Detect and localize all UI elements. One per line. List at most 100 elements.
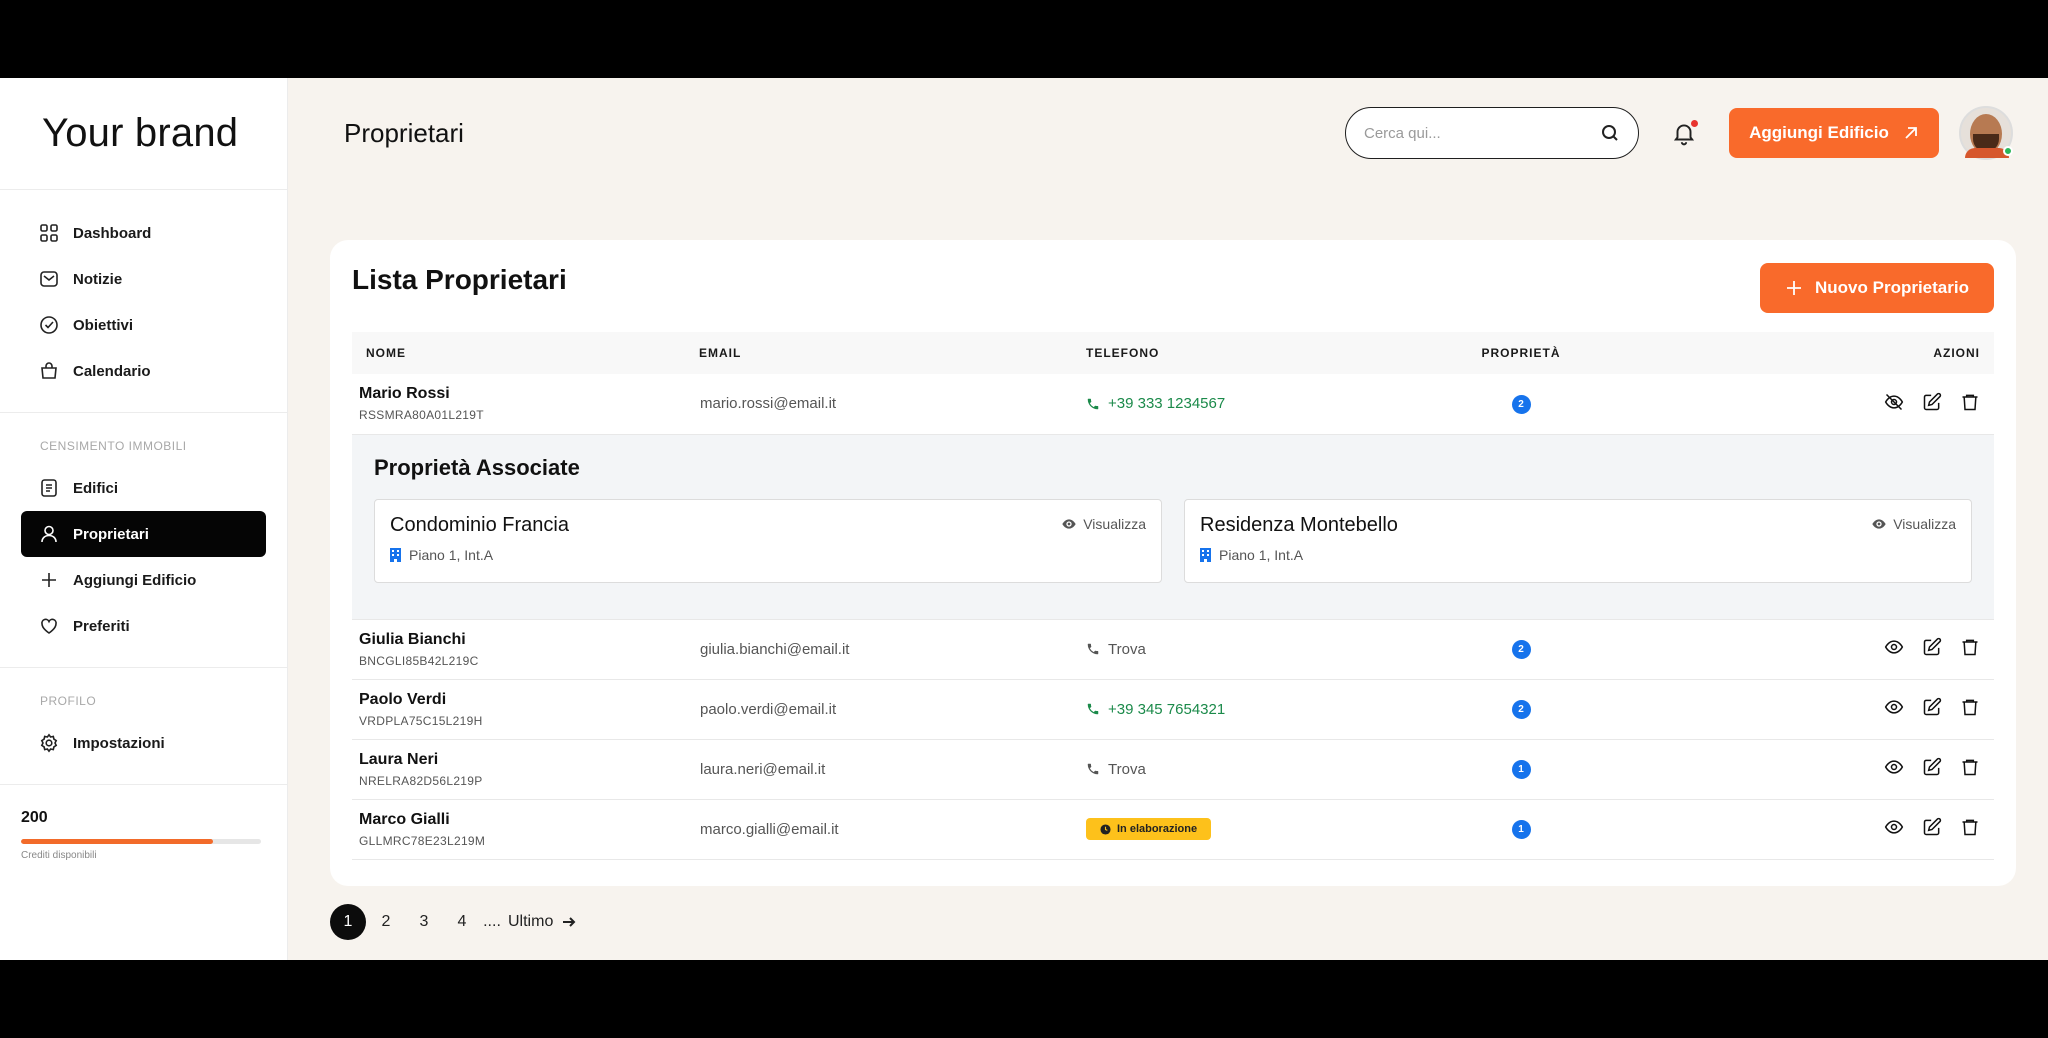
row-action-group bbox=[1884, 757, 1980, 777]
phone-icon bbox=[1087, 398, 1099, 409]
view-property-link[interactable]: Visualizza bbox=[1061, 516, 1146, 532]
table-row[interactable]: Marco Gialli GLLMRC78E23L219M marco.gial… bbox=[352, 799, 1994, 859]
search-input[interactable] bbox=[1364, 124, 1600, 142]
row-action-group bbox=[1884, 392, 1980, 412]
owner-phone-cell: In elaborazione bbox=[1086, 799, 1436, 859]
new-owner-button[interactable]: Nuovo Proprietario bbox=[1760, 263, 1994, 313]
eye-icon[interactable] bbox=[1884, 637, 1904, 657]
add-building-button[interactable]: Aggiungi Edificio bbox=[1729, 108, 1939, 158]
owner-name-cell: Giulia Bianchi BNCGLI85B42L219C bbox=[352, 619, 699, 679]
search-icon[interactable] bbox=[1600, 123, 1620, 143]
notifications-button[interactable] bbox=[1669, 118, 1699, 148]
table-row[interactable]: Giulia Bianchi BNCGLI85B42L219C giulia.b… bbox=[352, 619, 1994, 679]
edit-icon[interactable] bbox=[1922, 392, 1942, 412]
credits-widget: 200 Crediti disponibili bbox=[0, 785, 287, 885]
owner-name: Mario Rossi bbox=[359, 385, 450, 403]
clock-icon bbox=[1100, 823, 1111, 835]
column-header-properties[interactable]: PROPRIETÀ bbox=[1436, 332, 1606, 374]
table-row[interactable]: Mario Rossi RSSMRA80A01L219T mario.rossi… bbox=[352, 374, 1994, 434]
sidebar-item-impostazioni[interactable]: Impostazioni bbox=[21, 720, 266, 766]
owner-email: laura.neri@email.it bbox=[700, 760, 826, 778]
sidebar-item-obiettivi[interactable]: Obiettivi bbox=[21, 302, 266, 348]
edit-icon[interactable] bbox=[1922, 637, 1942, 657]
owner-phone-cell: +39 345 7654321 bbox=[1086, 679, 1436, 739]
page-button-3[interactable]: 3 bbox=[406, 904, 442, 940]
document-icon bbox=[41, 479, 57, 497]
heart-icon bbox=[41, 618, 57, 634]
sidebar-item-proprietari[interactable]: Proprietari bbox=[21, 511, 266, 557]
owner-email: paolo.verdi@email.it bbox=[700, 700, 837, 718]
row-action-group bbox=[1884, 817, 1980, 837]
sidebar: Your brand Dashboard Notizie Obiettivi C… bbox=[0, 78, 288, 960]
avatar[interactable] bbox=[1959, 106, 2013, 160]
table-row[interactable]: Laura Neri NRELRA82D56L219P laura.neri@e… bbox=[352, 739, 1994, 799]
column-header-actions: AZIONI bbox=[1933, 346, 1980, 360]
find-phone-label: Trova bbox=[1108, 760, 1146, 778]
view-property-link[interactable]: Visualizza bbox=[1871, 516, 1956, 532]
sidebar-item-label: Dashboard bbox=[73, 224, 152, 242]
sidebar-item-label: Preferiti bbox=[73, 617, 130, 635]
credits-progress-fill bbox=[21, 839, 213, 844]
edit-icon[interactable] bbox=[1922, 697, 1942, 717]
properties-count-cell: 2 bbox=[1436, 619, 1606, 679]
properties-count-badge: 2 bbox=[1511, 394, 1531, 414]
sidebar-census-group: CENSIMENTO IMMOBILI Edifici Proprietari … bbox=[0, 413, 287, 668]
edit-icon[interactable] bbox=[1922, 757, 1942, 777]
sidebar-item-notizie[interactable]: Notizie bbox=[21, 256, 266, 302]
owner-email: giulia.bianchi@email.it bbox=[700, 640, 850, 658]
section-title-census: CENSIMENTO IMMOBILI bbox=[40, 439, 187, 453]
row-actions bbox=[1606, 679, 1994, 739]
owner-tax-code: RSSMRA80A01L219T bbox=[359, 408, 484, 423]
trash-icon[interactable] bbox=[1960, 757, 1980, 777]
plus-icon bbox=[1787, 281, 1802, 295]
pagination: 1 2 3 4 .... Ultimo bbox=[330, 904, 579, 940]
property-card[interactable]: Residenza Montebello Piano 1, Int.A Visu… bbox=[1184, 498, 1972, 583]
edit-icon[interactable] bbox=[1922, 817, 1942, 837]
page-button-4[interactable]: 4 bbox=[444, 904, 480, 940]
mail-icon bbox=[40, 271, 58, 287]
find-phone-link[interactable]: Trova bbox=[1086, 641, 1436, 658]
trash-icon[interactable] bbox=[1960, 697, 1980, 717]
search-box[interactable] bbox=[1345, 107, 1639, 159]
column-header-phone[interactable]: TELEFONO bbox=[1086, 332, 1436, 374]
sidebar-item-edifici[interactable]: Edifici bbox=[21, 465, 266, 511]
eye-off-icon[interactable] bbox=[1884, 392, 1904, 412]
column-header-email[interactable]: EMAIL bbox=[699, 332, 1086, 374]
credits-label: Crediti disponibili bbox=[21, 850, 97, 861]
sidebar-item-preferiti[interactable]: Preferiti bbox=[21, 603, 266, 649]
column-header-name[interactable]: NOME bbox=[352, 332, 699, 374]
last-page-button[interactable]: Ultimo bbox=[508, 904, 577, 940]
sidebar-item-label: Calendario bbox=[73, 362, 151, 380]
page-button-1[interactable]: 1 bbox=[330, 904, 366, 940]
online-status-dot bbox=[2003, 146, 2013, 156]
sidebar-item-label: Proprietari bbox=[73, 525, 149, 543]
sidebar-item-calendario[interactable]: Calendario bbox=[21, 348, 266, 394]
phone-link[interactable]: +39 345 7654321 bbox=[1086, 701, 1436, 718]
new-owner-label: Nuovo Proprietario bbox=[1815, 278, 1969, 297]
sidebar-item-dashboard[interactable]: Dashboard bbox=[21, 210, 266, 256]
property-location: Piano 1, Int.A bbox=[390, 547, 1146, 563]
row-actions bbox=[1606, 619, 1994, 679]
page-button-2[interactable]: 2 bbox=[368, 904, 404, 940]
eye-icon bbox=[1872, 518, 1886, 529]
owner-name-cell: Laura Neri NRELRA82D56L219P bbox=[352, 739, 699, 799]
table-row[interactable]: Paolo Verdi VRDPLA75C15L219H paolo.verdi… bbox=[352, 679, 1994, 739]
owner-phone-cell: +39 333 1234567 bbox=[1086, 374, 1436, 434]
find-phone-link[interactable]: Trova bbox=[1086, 761, 1436, 778]
property-card[interactable]: Condominio Francia Piano 1, Int.A Visual… bbox=[374, 498, 1162, 583]
associated-properties-title: Proprietà Associate bbox=[374, 454, 580, 480]
view-label: Visualizza bbox=[1083, 515, 1146, 532]
phone-link[interactable]: +39 333 1234567 bbox=[1086, 395, 1436, 412]
bag-icon bbox=[41, 362, 57, 379]
eye-icon[interactable] bbox=[1884, 757, 1904, 777]
card-title: Lista Proprietari bbox=[352, 264, 567, 295]
trash-icon[interactable] bbox=[1960, 817, 1980, 837]
owner-name: Marco Gialli bbox=[359, 810, 450, 828]
table-header-row: NOME EMAIL TELEFONO PROPRIETÀ AZIONI bbox=[352, 332, 1994, 374]
owner-phone-cell: Trova bbox=[1086, 739, 1436, 799]
eye-icon[interactable] bbox=[1884, 697, 1904, 717]
sidebar-item-aggiungi-edificio[interactable]: Aggiungi Edificio bbox=[21, 557, 266, 603]
trash-icon[interactable] bbox=[1960, 392, 1980, 412]
eye-icon[interactable] bbox=[1884, 817, 1904, 837]
trash-icon[interactable] bbox=[1960, 637, 1980, 657]
